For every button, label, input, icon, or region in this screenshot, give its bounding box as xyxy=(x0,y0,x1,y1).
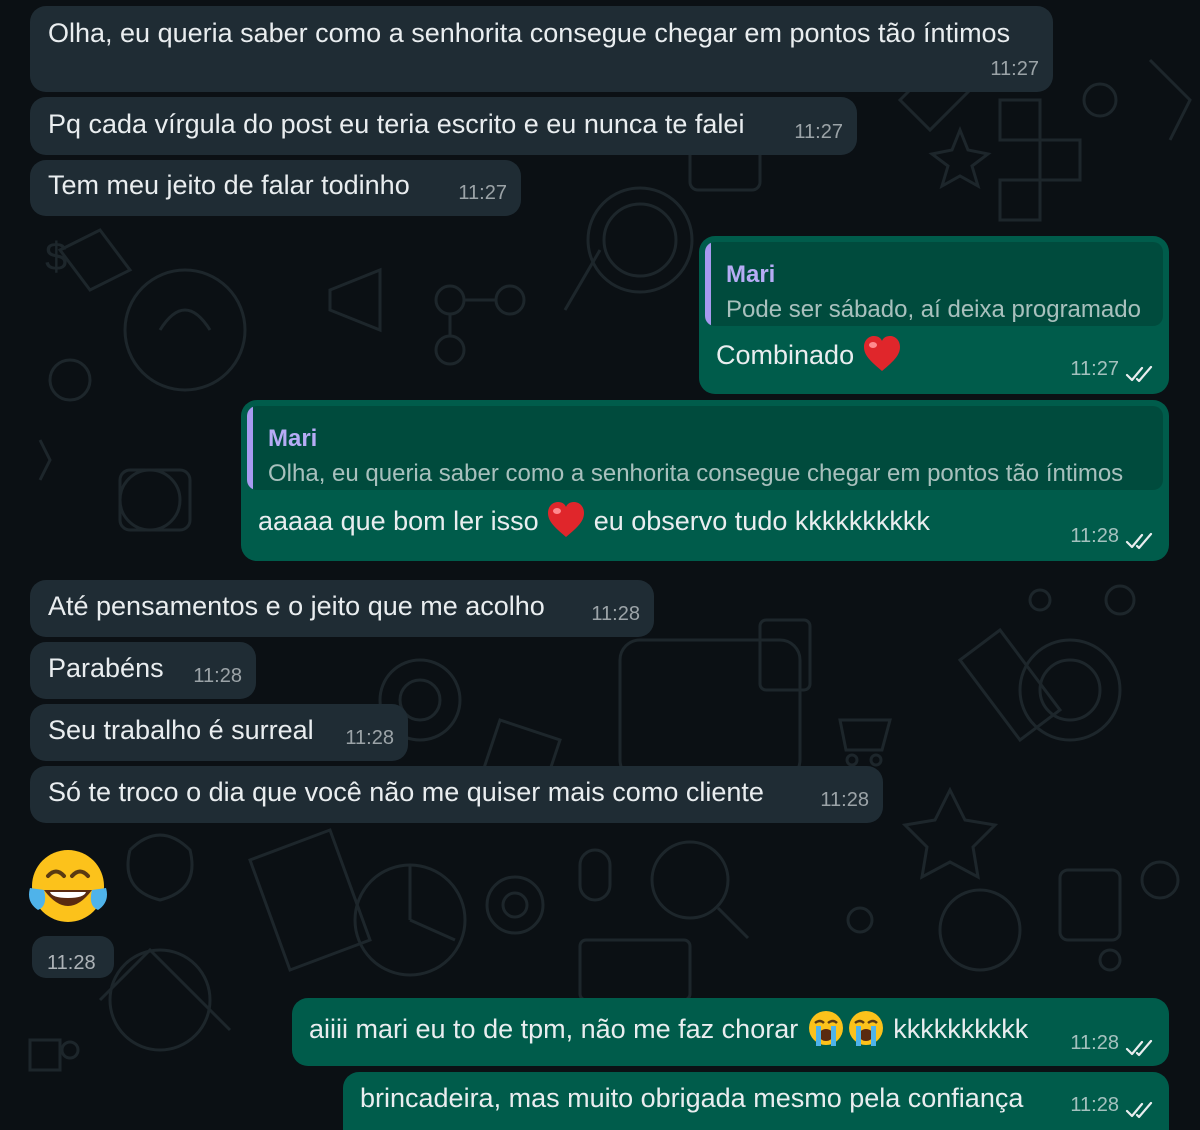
double-check-icon xyxy=(1125,365,1153,383)
message-text: aiiii mari eu to de tpm, não me faz chor… xyxy=(309,1011,1028,1051)
message-time: 11:27 xyxy=(458,182,507,204)
message-bubble-incoming[interactable]: Olha, eu queria saber como a senhorita c… xyxy=(30,6,1053,92)
message-bubble-incoming[interactable]: Tem meu jeito de falar todinho 11:27 xyxy=(30,160,521,216)
double-check-icon xyxy=(1125,1039,1153,1057)
heart-emoji xyxy=(548,502,585,537)
quote-text: Pode ser sábado, aí deixa programado xyxy=(726,296,1141,323)
message-time: 11:28 xyxy=(591,603,640,625)
message-text: Tem meu jeito de falar todinho xyxy=(48,170,410,200)
message-bubble-incoming[interactable]: Pq cada vírgula do post eu teria escrito… xyxy=(30,97,857,155)
message-bubble-outgoing[interactable]: brincadeira, mas muito obrigada mesmo pe… xyxy=(343,1072,1169,1130)
message-bubble-incoming[interactable]: Parabéns 11:28 xyxy=(30,642,256,699)
message-time: 11:27 xyxy=(794,121,843,143)
message-bubble-incoming[interactable]: Só te troco o dia que você não me quiser… xyxy=(30,766,883,823)
quote-author: Mari xyxy=(268,425,318,452)
quote-author: Mari xyxy=(726,261,776,288)
loudly-crying-face-emoji xyxy=(848,1011,883,1046)
message-text-part: Combinado xyxy=(716,340,855,371)
message-text: Pq cada vírgula do post eu teria escrito… xyxy=(48,109,745,139)
message-text: brincadeira, mas muito obrigada mesmo pe… xyxy=(360,1083,1024,1113)
message-time: 11:28 xyxy=(1070,1094,1119,1116)
message-time: 11:27 xyxy=(1070,358,1119,380)
message-text: Seu trabalho é surreal xyxy=(48,715,314,745)
quote-text: Olha, eu queria saber como a senhorita c… xyxy=(268,460,1124,487)
face-with-tears-of-joy-emoji xyxy=(29,850,107,922)
heart-emoji xyxy=(863,336,900,371)
message-bubble-incoming[interactable]: Seu trabalho é surreal 11:28 xyxy=(30,704,408,761)
message-text-part: eu observo tudo kkkkkkkkkk xyxy=(593,506,930,537)
message-text-part: aiiii mari eu to de tpm, não me faz chor… xyxy=(309,1014,799,1045)
message-time: 11:28 xyxy=(345,727,394,749)
message-text: Olha, eu queria saber como a senhorita c… xyxy=(48,18,1011,48)
message-time: 11:28 xyxy=(193,665,242,687)
message-bubble-incoming[interactable]: Até pensamentos e o jeito que me acolho … xyxy=(30,580,654,637)
emoji-message-incoming[interactable]: 11:28 xyxy=(26,842,116,982)
message-time: 11:28 xyxy=(1070,1032,1119,1054)
double-check-icon xyxy=(1125,1101,1153,1119)
message-text: aaaaa que bom ler isso eu observo tudo k… xyxy=(258,502,930,542)
message-text-part: kkkkkkkkkk xyxy=(893,1014,1029,1045)
loudly-crying-face-emoji xyxy=(808,1011,843,1046)
message-time: 11:28 xyxy=(1070,525,1119,547)
quote-accent-bar xyxy=(247,406,253,490)
message-time: 11:28 xyxy=(47,952,96,974)
message-bubble-outgoing[interactable]: aiiii mari eu to de tpm, não me faz chor… xyxy=(292,998,1169,1066)
message-text-part: aaaaa que bom ler isso xyxy=(258,506,539,537)
message-text: Combinado xyxy=(716,336,902,376)
svg-text:$: $ xyxy=(45,235,67,279)
message-bubble-outgoing[interactable]: Mari Olha, eu queria saber como a senhor… xyxy=(241,400,1169,561)
double-check-icon xyxy=(1125,532,1153,550)
message-time: 11:27 xyxy=(990,58,1039,80)
quoted-message[interactable]: Mari Pode ser sábado, aí deixa programad… xyxy=(705,242,1163,326)
message-text: Parabéns xyxy=(48,653,164,683)
message-text: Até pensamentos e o jeito que me acolho xyxy=(48,591,545,621)
message-bubble-outgoing[interactable]: Mari Pode ser sábado, aí deixa programad… xyxy=(699,236,1169,394)
emoji-time-badge: 11:28 xyxy=(32,936,114,978)
quote-accent-bar xyxy=(705,242,711,326)
quoted-message[interactable]: Mari Olha, eu queria saber como a senhor… xyxy=(247,406,1163,490)
message-text: Só te troco o dia que você não me quiser… xyxy=(48,777,764,807)
message-time: 11:28 xyxy=(820,789,869,811)
